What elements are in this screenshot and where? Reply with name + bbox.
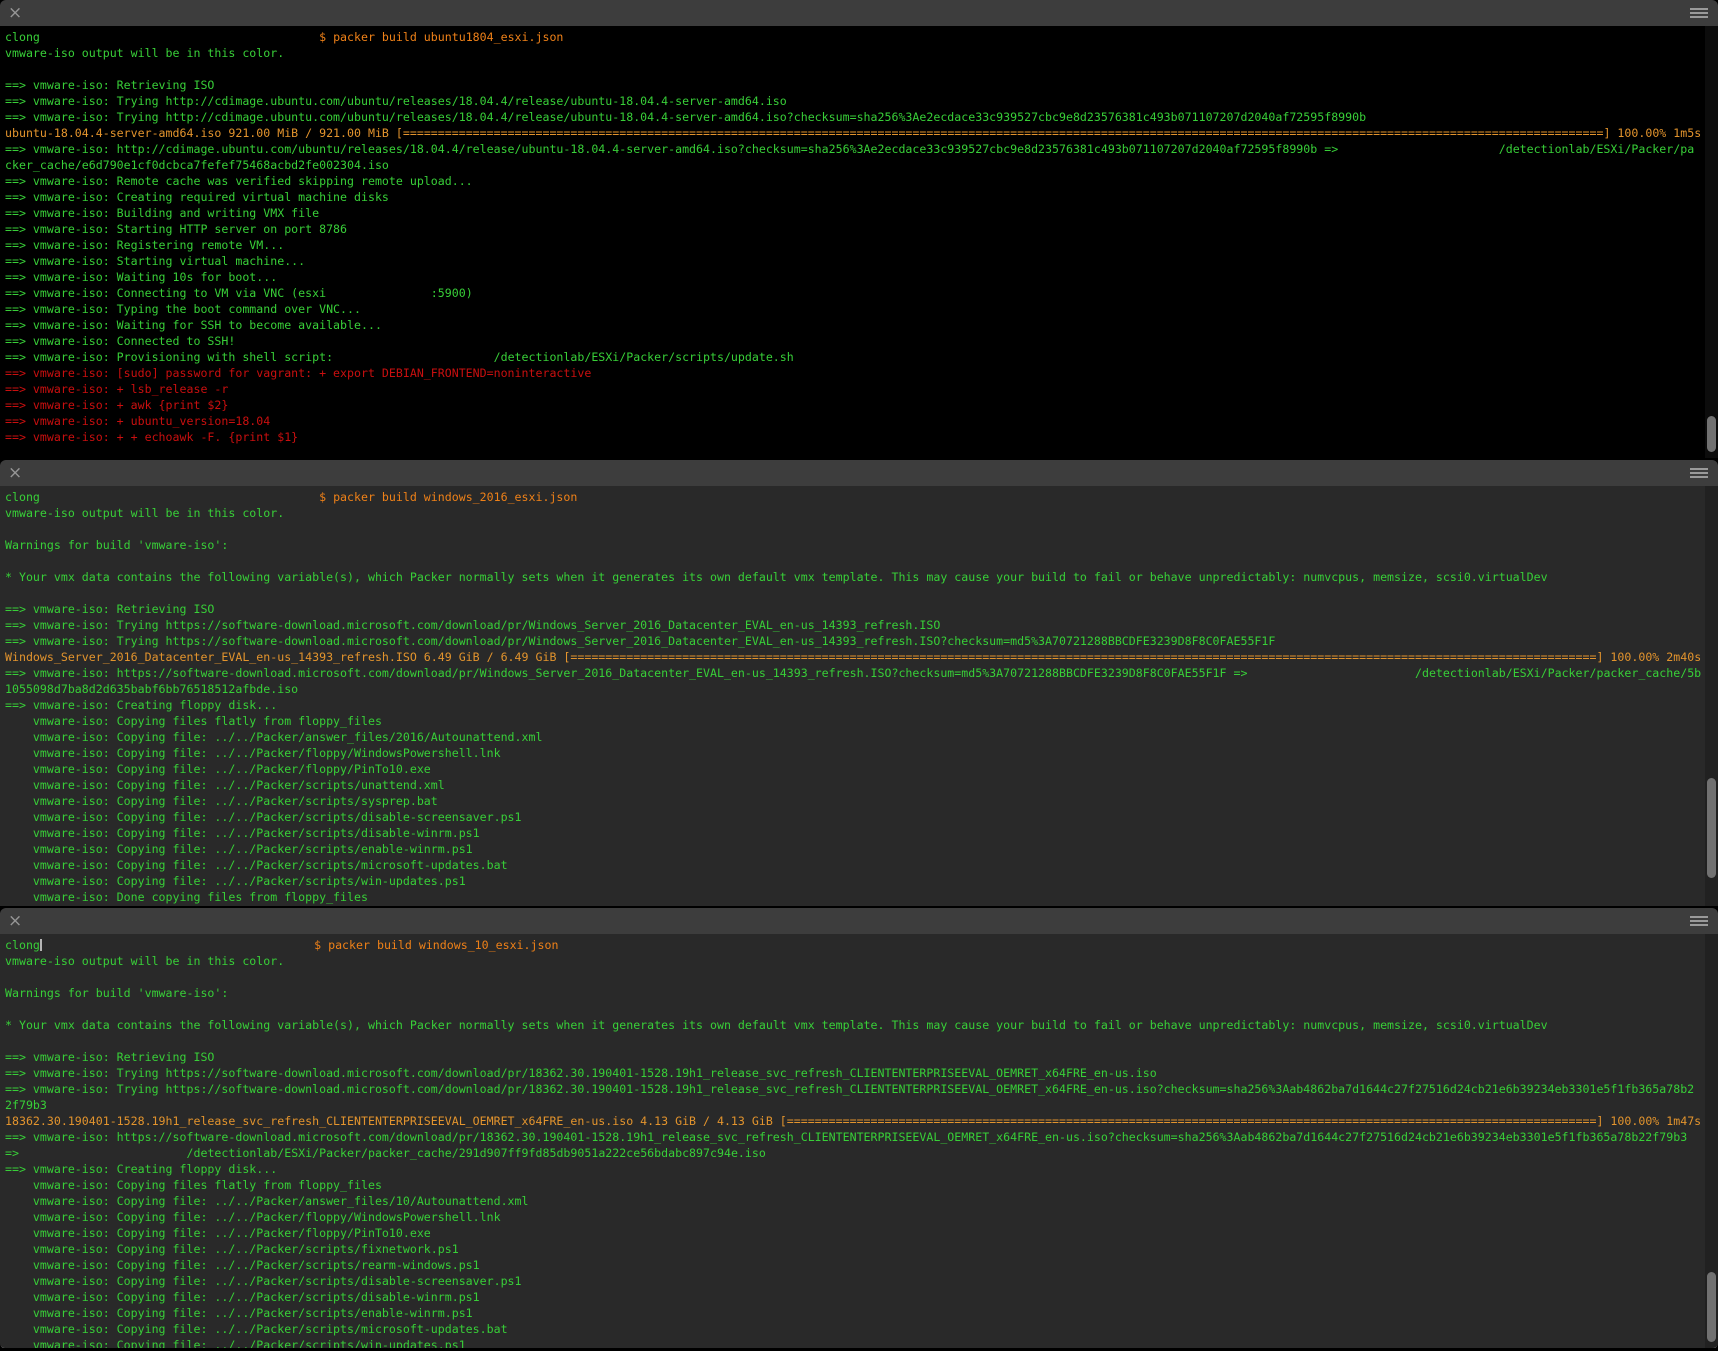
terminal-line: ==> vmware-iso: [sudo] password for vagr…: [5, 365, 1718, 381]
terminal-window-windows2016: × clong $ packer build windows_2016_esxi…: [0, 460, 1718, 906]
terminal-line: vmware-iso: Copying file: ../../Packer/s…: [5, 825, 1718, 841]
terminal-line: ==> vmware-iso: + + echoawk -F. {print $…: [5, 429, 1718, 445]
terminal-line: 1055098d7ba8d2d635babf6bb76518512afbde.i…: [5, 681, 1718, 697]
terminal-line: ==> vmware-iso: Trying https://software-…: [5, 617, 1718, 633]
terminal-line: ==> vmware-iso: Typing the boot command …: [5, 301, 1718, 317]
terminal-line: * Your vmx data contains the following v…: [5, 569, 1718, 585]
terminal-line: vmware-iso: Copying files flatly from fl…: [5, 1177, 1718, 1193]
terminal-line: ==> vmware-iso: Connected to SSH!: [5, 333, 1718, 349]
terminal-line: vmware-iso: Copying file: ../../Packer/s…: [5, 793, 1718, 809]
terminal-window-ubuntu1804: × clong $ packer build ubuntu1804_esxi.j…: [0, 0, 1718, 458]
terminal-line: [5, 553, 1718, 569]
hamburger-menu-icon[interactable]: [1690, 916, 1708, 926]
scrollbar-thumb[interactable]: [1707, 778, 1716, 878]
scrollbar[interactable]: [1705, 26, 1718, 458]
terminal-line: vmware-iso: Copying file: ../../Packer/s…: [5, 777, 1718, 793]
terminal-line: vmware-iso: Done copying files from flop…: [5, 889, 1718, 905]
terminal-line: ==> vmware-iso: + awk {print $2}: [5, 397, 1718, 413]
terminal-line: vmware-iso: Copying file: ../../Packer/s…: [5, 857, 1718, 873]
terminal-line: ==> vmware-iso: Building and writing VMX…: [5, 205, 1718, 221]
terminal-line: vmware-iso: Copying file: ../../Packer/s…: [5, 1289, 1718, 1305]
terminal-line: vmware-iso: Copying file: ../../Packer/s…: [5, 809, 1718, 825]
terminal-line: ==> vmware-iso: Provisioning with shell …: [5, 349, 1718, 365]
hamburger-menu-icon[interactable]: [1690, 468, 1708, 478]
close-icon[interactable]: ×: [8, 2, 22, 24]
terminal-line: [5, 521, 1718, 537]
terminal-line: ==> vmware-iso: Trying https://software-…: [5, 633, 1718, 649]
terminal-line: ==> vmware-iso: Registering remote VM...: [5, 237, 1718, 253]
close-icon[interactable]: ×: [8, 910, 22, 932]
terminal-line: [5, 1033, 1718, 1049]
terminal-line: vmware-iso: Copying file: ../../Packer/f…: [5, 1225, 1718, 1241]
window-titlebar[interactable]: ×: [0, 0, 1718, 27]
terminal-line: vmware-iso: Copying file: ../../Packer/s…: [5, 1337, 1718, 1348]
window-titlebar[interactable]: ×: [0, 908, 1718, 935]
terminal-line: vmware-iso: Copying file: ../../Packer/s…: [5, 1241, 1718, 1257]
terminal-line: ==> vmware-iso: http://cdimage.ubuntu.co…: [5, 141, 1718, 157]
terminal-line: vmware-iso: Copying file: ../../Packer/f…: [5, 1209, 1718, 1225]
terminal-line: ==> vmware-iso: + ubuntu_version=18.04: [5, 413, 1718, 429]
terminal-line: ==> vmware-iso: Starting HTTP server on …: [5, 221, 1718, 237]
terminal-line: vmware-iso: Copying file: ../../Packer/s…: [5, 841, 1718, 857]
terminal-line: * Your vmx data contains the following v…: [5, 1017, 1718, 1033]
terminal-line: ==> vmware-iso: Creating required virtua…: [5, 189, 1718, 205]
hamburger-menu-icon[interactable]: [1690, 8, 1708, 18]
terminal-line: ==> vmware-iso: Trying https://software-…: [5, 1065, 1718, 1081]
terminal-line: clong $ packer build windows_10_esxi.jso…: [5, 937, 1718, 953]
terminal-line: ==> vmware-iso: Retrieving ISO: [5, 601, 1718, 617]
scrollbar-thumb[interactable]: [1707, 1272, 1716, 1342]
terminal-line: ==> vmware-iso: Retrieving ISO: [5, 77, 1718, 93]
terminal-line: vmware-iso: Copying files flatly from fl…: [5, 713, 1718, 729]
terminal-line: vmware-iso: Copying file: ../../Packer/s…: [5, 1305, 1718, 1321]
terminal-line: ==> vmware-iso: Trying https://software-…: [5, 1081, 1718, 1097]
terminal-line: ubuntu-18.04.4-server-amd64.iso 921.00 M…: [5, 125, 1718, 141]
terminal-output[interactable]: clong $ packer build windows_10_esxi.jso…: [0, 934, 1718, 1348]
terminal-line: vmware-iso output will be in this color.: [5, 45, 1718, 61]
terminal-line: [5, 61, 1718, 77]
terminal-line: ==> vmware-iso: Trying http://cdimage.ub…: [5, 93, 1718, 109]
terminal-line: vmware-iso: Copying file: ../../Packer/f…: [5, 761, 1718, 777]
scrollbar[interactable]: [1705, 934, 1718, 1348]
terminal-line: ==> vmware-iso: Retrieving ISO: [5, 1049, 1718, 1065]
terminal-line: ==> vmware-iso: Creating floppy disk...: [5, 697, 1718, 713]
terminal-line: ==> vmware-iso: https://software-downloa…: [5, 1129, 1718, 1145]
terminal-line: [5, 585, 1718, 601]
terminal-line: ==> vmware-iso: Waiting 10s for boot...: [5, 269, 1718, 285]
terminal-line: Warnings for build 'vmware-iso':: [5, 985, 1718, 1001]
terminal-line: 18362.30.190401-1528.19h1_release_svc_re…: [5, 1113, 1718, 1129]
close-icon[interactable]: ×: [8, 462, 22, 484]
terminal-line: clong $ packer build ubuntu1804_esxi.jso…: [5, 29, 1718, 45]
terminal-line: ==> vmware-iso: Starting virtual machine…: [5, 253, 1718, 269]
terminal-line: vmware-iso: Copying file: ../../Packer/f…: [5, 745, 1718, 761]
scrollbar-thumb[interactable]: [1707, 416, 1716, 452]
terminal-line: vmware-iso: Copying file: ../../Packer/s…: [5, 1273, 1718, 1289]
terminal-line: ==> vmware-iso: Creating floppy disk...: [5, 1161, 1718, 1177]
terminal-line: ==> vmware-iso: Remote cache was verifie…: [5, 173, 1718, 189]
terminal-line: vmware-iso: Copying file: ../../Packer/s…: [5, 1257, 1718, 1273]
terminal-line: ==> vmware-iso: https://software-downloa…: [5, 665, 1718, 681]
terminal-line: 2f79b3: [5, 1097, 1718, 1113]
terminal-line: ==> vmware-iso: Waiting for SSH to becom…: [5, 317, 1718, 333]
terminal-line: vmware-iso: Copying file: ../../Packer/s…: [5, 873, 1718, 889]
terminal-line: vmware-iso: Copying file: ../../Packer/a…: [5, 729, 1718, 745]
terminal-line: vmware-iso output will be in this color.: [5, 953, 1718, 969]
terminal-line: Warnings for build 'vmware-iso':: [5, 537, 1718, 553]
terminal-line: [5, 1001, 1718, 1017]
terminal-line: ==> vmware-iso: Connecting to VM via VNC…: [5, 285, 1718, 301]
terminal-line: [5, 969, 1718, 985]
terminal-output[interactable]: clong $ packer build windows_2016_esxi.j…: [0, 486, 1718, 906]
terminal-window-windows10: × clong $ packer build windows_10_esxi.j…: [0, 908, 1718, 1349]
terminal-line: vmware-iso output will be in this color.: [5, 505, 1718, 521]
terminal-line: ==> vmware-iso: + lsb_release -r: [5, 381, 1718, 397]
terminal-line: ==> vmware-iso: Trying http://cdimage.ub…: [5, 109, 1718, 125]
window-titlebar[interactable]: ×: [0, 460, 1718, 487]
terminal-line: vmware-iso: Copying file: ../../Packer/a…: [5, 1193, 1718, 1209]
terminal-line: Windows_Server_2016_Datacenter_EVAL_en-u…: [5, 649, 1718, 665]
terminal-output[interactable]: clong $ packer build ubuntu1804_esxi.jso…: [0, 26, 1718, 458]
scrollbar[interactable]: [1705, 486, 1718, 906]
terminal-line: => /detectionlab/ESXi/Packer/packer_cach…: [5, 1145, 1718, 1161]
terminal-line: vmware-iso: Copying file: ../../Packer/s…: [5, 1321, 1718, 1337]
terminal-line: cker_cache/e6d790e1cf0dcbca7fefef75468ac…: [5, 157, 1718, 173]
terminal-line: clong $ packer build windows_2016_esxi.j…: [5, 489, 1718, 505]
